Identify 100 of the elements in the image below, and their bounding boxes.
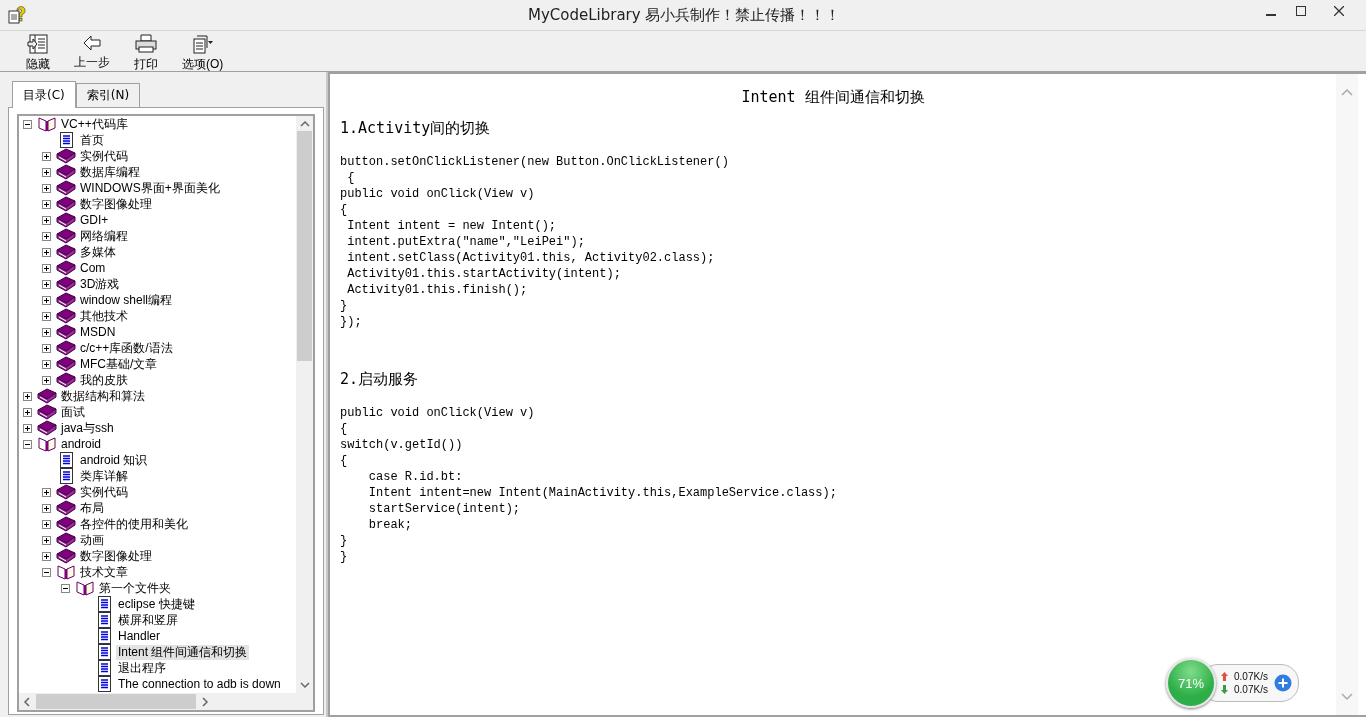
collapse-icon[interactable] [23,439,32,449]
scroll-up-icon[interactable] [299,120,310,127]
expand-icon[interactable] [42,343,51,353]
document-icon [98,596,111,612]
scroll-down-icon[interactable] [299,682,310,689]
tree-item[interactable]: GDI+ [78,212,111,228]
expand-icon[interactable] [42,519,51,529]
expand-icon[interactable] [42,215,51,225]
tree-item[interactable]: window shell编程 [78,292,175,308]
expand-icon[interactable] [42,487,51,497]
expand-icon[interactable] [42,151,51,161]
expand-icon[interactable] [42,311,51,321]
section-heading: 1.Activity间的切换 [340,119,492,138]
tree-item[interactable]: 横屏和竖屏 [116,612,180,628]
tree-item[interactable]: 数字图像处理 [78,548,154,564]
toolbar-button[interactable]: 上一步 [68,31,116,71]
left-arrow-icon [82,34,102,52]
collapse-icon[interactable] [42,567,51,577]
tree-item[interactable]: Intent 组件间通信和切换 [116,644,250,660]
tree-item[interactable]: eclipse 快捷键 [116,596,197,612]
tree-item[interactable]: 各控件的使用和美化 [78,516,190,532]
tree-item[interactable]: 实例代码 [78,484,130,500]
collapse-icon[interactable] [23,119,32,129]
code-line: } [340,298,349,314]
tree-item[interactable]: WINDOWS界面+界面美化 [78,180,222,196]
expand-icon[interactable] [42,263,51,273]
expand-icon[interactable] [42,295,51,305]
tab[interactable]: 索引(N) [75,83,141,107]
tab[interactable]: 目录(C) [12,81,76,108]
expand-icon[interactable] [23,407,32,417]
book-icon [56,532,76,548]
tree-item[interactable]: 技术文章 [78,564,130,580]
scroll-left-icon[interactable] [23,696,30,707]
book-icon [56,228,76,244]
tree-item[interactable]: 类库详解 [78,468,130,484]
tree-item[interactable]: 数据库编程 [78,164,142,180]
tree-item[interactable]: 布局 [78,500,106,516]
code-line: { [340,421,349,437]
tree-item[interactable]: 实例代码 [78,148,130,164]
code-line: }); [340,314,363,330]
section-heading: 2.启动服务 [340,370,420,389]
expand-icon[interactable] [42,503,51,513]
tree-item[interactable]: MSDN [78,324,118,340]
book-icon [56,340,76,356]
document-icon [60,132,73,148]
code-line: public void onClick(View v) [340,186,536,202]
tree-item[interactable]: 数字图像处理 [78,196,154,212]
expand-icon[interactable] [42,167,51,177]
tree-item[interactable]: VC++代码库 [59,116,130,132]
minimize-icon [1266,14,1276,16]
expand-icon[interactable] [42,327,51,337]
open-book-icon [75,580,95,596]
tree-item[interactable]: Com [78,260,108,276]
tree-item[interactable]: 多媒体 [78,244,118,260]
code-line: break; [367,517,413,533]
expand-icon[interactable] [23,423,32,433]
tree-item[interactable]: android [59,436,104,452]
expand-icon[interactable] [42,231,51,241]
expand-icon[interactable] [42,535,51,545]
toolbar-button[interactable]: 隐藏 [14,31,62,73]
tree-item[interactable]: 动画 [78,532,106,548]
tree-item[interactable]: 第一个文件夹 [97,580,173,596]
toolbar-button[interactable]: 选项(O) [176,31,230,73]
tree-item[interactable]: java与ssh [59,420,116,436]
window-title: MyCodeLibrary 易小兵制作！禁止传播！！！ [528,5,841,25]
expand-icon[interactable] [42,247,51,257]
tree-item[interactable]: android 知识 [78,452,150,468]
tree-item[interactable]: Handler [116,628,163,644]
tree-item[interactable]: 3D游戏 [78,276,122,292]
tree-item[interactable]: 其他技术 [78,308,130,324]
tree-item[interactable]: 退出程序 [116,660,168,676]
book-icon [56,324,76,340]
vertical-scrollbar[interactable] [296,116,313,693]
code-line: startService(intent); [367,501,522,517]
tree-item[interactable]: 首页 [78,132,106,148]
expand-icon[interactable] [42,183,51,193]
tree-item[interactable]: 面试 [59,404,87,420]
horizontal-scrollbar[interactable] [19,693,313,710]
expand-icon[interactable] [42,375,51,385]
tree-item[interactable]: The connection to adb is down [116,676,283,692]
book-icon [56,548,76,564]
open-book-icon [37,436,57,452]
expand-icon[interactable] [42,359,51,369]
tree-item[interactable]: 网络编程 [78,228,130,244]
open-book-icon [56,564,76,580]
tree-item[interactable]: 数据结构和算法 [59,388,147,404]
book-icon [56,500,76,516]
upload-arrow-icon [1221,672,1228,681]
plus-icon[interactable] [1273,674,1292,692]
expand-icon[interactable] [42,279,51,289]
tree-item[interactable]: 我的皮肤 [78,372,130,388]
expand-icon[interactable] [42,551,51,561]
code-line: button.setOnClickListener(new Button.OnClickListener() [340,154,730,170]
expand-icon[interactable] [23,391,32,401]
toolbar-button[interactable]: 打印 [122,31,170,73]
tree-item[interactable]: c/c++库函数/语法 [78,340,175,356]
scroll-right-icon[interactable] [202,696,209,707]
collapse-icon[interactable] [61,583,70,593]
tree-item[interactable]: MFC基础/文章 [78,356,160,372]
expand-icon[interactable] [42,199,51,209]
